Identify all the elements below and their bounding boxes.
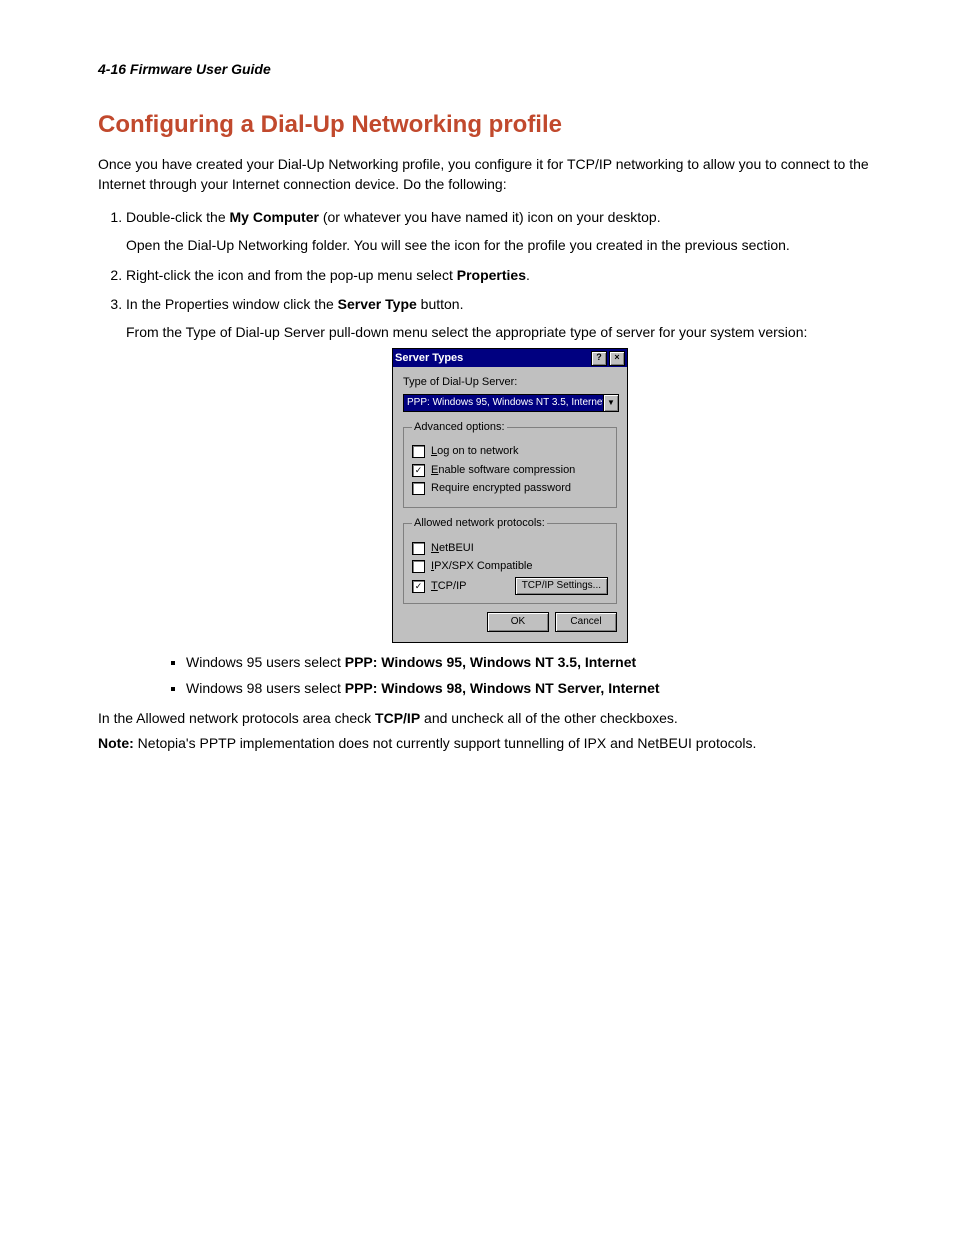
step-1-text: Double-click the My Computer (or whateve… <box>126 209 661 225</box>
section-title: Configuring a Dial-Up Networking profile <box>98 108 898 142</box>
cancel-button[interactable]: Cancel <box>555 612 617 632</box>
bullet-win98: Windows 98 users select PPP: Windows 98,… <box>186 679 898 699</box>
advanced-options-group: Advanced options: Log on to network ✓ En… <box>403 420 617 509</box>
step-1-detail: Open the Dial-Up Networking folder. You … <box>126 236 898 256</box>
tcpip-checkbox[interactable]: ✓ <box>412 580 425 593</box>
ok-button[interactable]: OK <box>487 612 549 632</box>
server-type-value: PPP: Windows 95, Windows NT 3.5, Interne… <box>404 395 603 411</box>
netbeui-checkbox[interactable] <box>412 542 425 555</box>
note-paragraph: Note: Netopia's PPTP implementation does… <box>98 734 898 754</box>
steps-list: Double-click the My Computer (or whateve… <box>98 208 898 698</box>
step-3-detail: From the Type of Dial-up Server pull-dow… <box>126 323 898 343</box>
step-3-text: In the Properties window click the Serve… <box>126 296 463 312</box>
server-type-dropdown[interactable]: PPP: Windows 95, Windows NT 3.5, Interne… <box>403 394 619 412</box>
ipx-checkbox-row[interactable]: IPX/SPX Compatible <box>412 559 608 574</box>
protocols-legend: Allowed network protocols: <box>412 516 547 531</box>
ipx-label: IPX/SPX Compatible <box>431 559 533 574</box>
tcpip-label: TCP/IP <box>431 579 466 594</box>
tcpip-instruction: In the Allowed network protocols area ch… <box>98 709 898 729</box>
tcpip-settings-button[interactable]: TCP/IP Settings... <box>515 577 608 595</box>
ipx-checkbox[interactable] <box>412 560 425 573</box>
page-header: 4-16 Firmware User Guide <box>98 60 898 80</box>
encrypted-checkbox[interactable] <box>412 482 425 495</box>
encrypted-checkbox-row[interactable]: Require encrypted password <box>412 481 608 496</box>
logon-checkbox-row[interactable]: Log on to network <box>412 444 608 459</box>
bullet-win95: Windows 95 users select PPP: Windows 95,… <box>186 653 898 673</box>
encrypted-label: Require encrypted password <box>431 481 571 496</box>
dialog-title: Server Types <box>395 351 589 366</box>
dialog-titlebar: Server Types ? × <box>393 349 627 367</box>
type-label: Type of Dial-Up Server: <box>403 375 617 390</box>
step-3: In the Properties window click the Serve… <box>126 295 898 699</box>
step-1: Double-click the My Computer (or whateve… <box>126 208 898 255</box>
logon-label: Log on to network <box>431 444 518 459</box>
close-icon[interactable]: × <box>609 351 625 366</box>
chevron-down-icon[interactable]: ▼ <box>603 395 618 411</box>
intro-paragraph: Once you have created your Dial-Up Netwo… <box>98 155 898 194</box>
tcpip-checkbox-row[interactable]: ✓ TCP/IP <box>412 579 466 594</box>
netbeui-checkbox-row[interactable]: NetBEUI <box>412 541 608 556</box>
help-icon[interactable]: ? <box>591 351 607 366</box>
compression-checkbox[interactable]: ✓ <box>412 464 425 477</box>
protocols-group: Allowed network protocols: NetBEUI IPX/S… <box>403 516 617 604</box>
server-types-dialog: Server Types ? × Type of Dial-Up Server:… <box>392 348 628 643</box>
version-bullets: Windows 95 users select PPP: Windows 95,… <box>126 653 898 698</box>
advanced-legend: Advanced options: <box>412 420 507 435</box>
step-2: Right-click the icon and from the pop-up… <box>126 266 898 286</box>
logon-checkbox[interactable] <box>412 445 425 458</box>
compression-checkbox-row[interactable]: ✓ Enable software compression <box>412 463 608 478</box>
compression-label: Enable software compression <box>431 463 575 478</box>
netbeui-label: NetBEUI <box>431 541 474 556</box>
